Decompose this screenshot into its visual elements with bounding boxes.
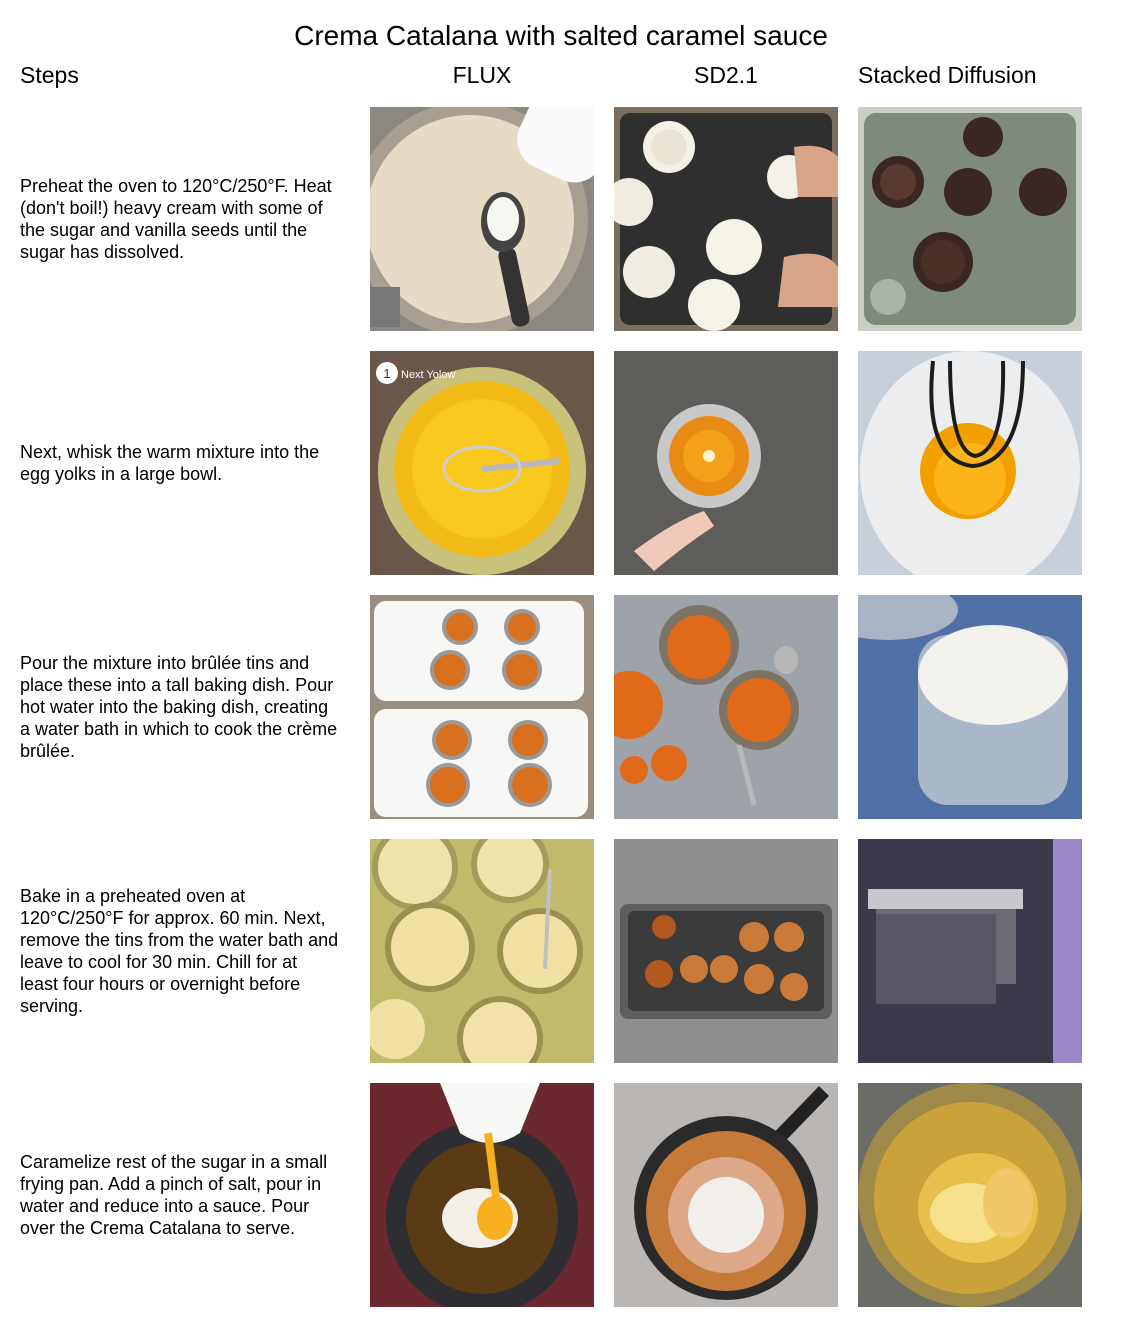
step-text: Bake in a preheated oven at 120°C/250°F …: [20, 886, 339, 1016]
step-row-5: Caramelize rest of the sugar in a small …: [0, 1083, 1122, 1307]
sd21-image-step-2: [614, 351, 838, 575]
step-text: Caramelize rest of the sugar in a small …: [20, 1152, 328, 1238]
stacked-image-step-5: [858, 1083, 1082, 1307]
flux-image-step-1: [370, 107, 594, 331]
flux-image-step-4: [370, 839, 594, 1063]
page-title: Crema Catalana with salted caramel sauce: [294, 20, 828, 51]
stacked-image-step-2: [858, 351, 1082, 575]
sd21-image-step-3: [614, 595, 838, 819]
flux-image-step-2: 1 Next Yolow: [370, 351, 594, 575]
stacked-image-step-1: [858, 107, 1082, 331]
step-badge-number: 1: [383, 366, 390, 381]
step-row-3: Pour the mixture into brûlée tins and pl…: [0, 595, 1122, 819]
step-row-1: Preheat the oven to 120°C/250°F. Heat (d…: [0, 107, 1122, 331]
sd21-image-step-1: [614, 107, 838, 331]
step-row-2: Next, whisk the warm mixture into the eg…: [0, 351, 1122, 575]
sd21-image-step-5: [614, 1083, 838, 1307]
step-text: Pour the mixture into brûlée tins and pl…: [20, 653, 338, 761]
step-badge-label: Next Yolow: [401, 369, 455, 381]
stacked-image-step-3: [858, 595, 1082, 819]
step-text: Preheat the oven to 120°C/250°F. Heat (d…: [20, 176, 332, 262]
stacked-image-step-4: [858, 839, 1082, 1063]
sd21-image-step-4: [614, 839, 838, 1063]
header-sd21: SD2.1: [694, 62, 758, 88]
step-row-4: Bake in a preheated oven at 120°C/250°F …: [0, 839, 1122, 1063]
header-flux: FLUX: [452, 62, 512, 88]
header-steps: Steps: [20, 62, 79, 88]
header-stacked-diffusion: Stacked Diffusion: [858, 62, 1037, 88]
step-text: Next, whisk the warm mixture into the eg…: [20, 442, 320, 484]
flux-image-step-5: [370, 1083, 594, 1307]
flux-image-step-3: [370, 595, 594, 819]
